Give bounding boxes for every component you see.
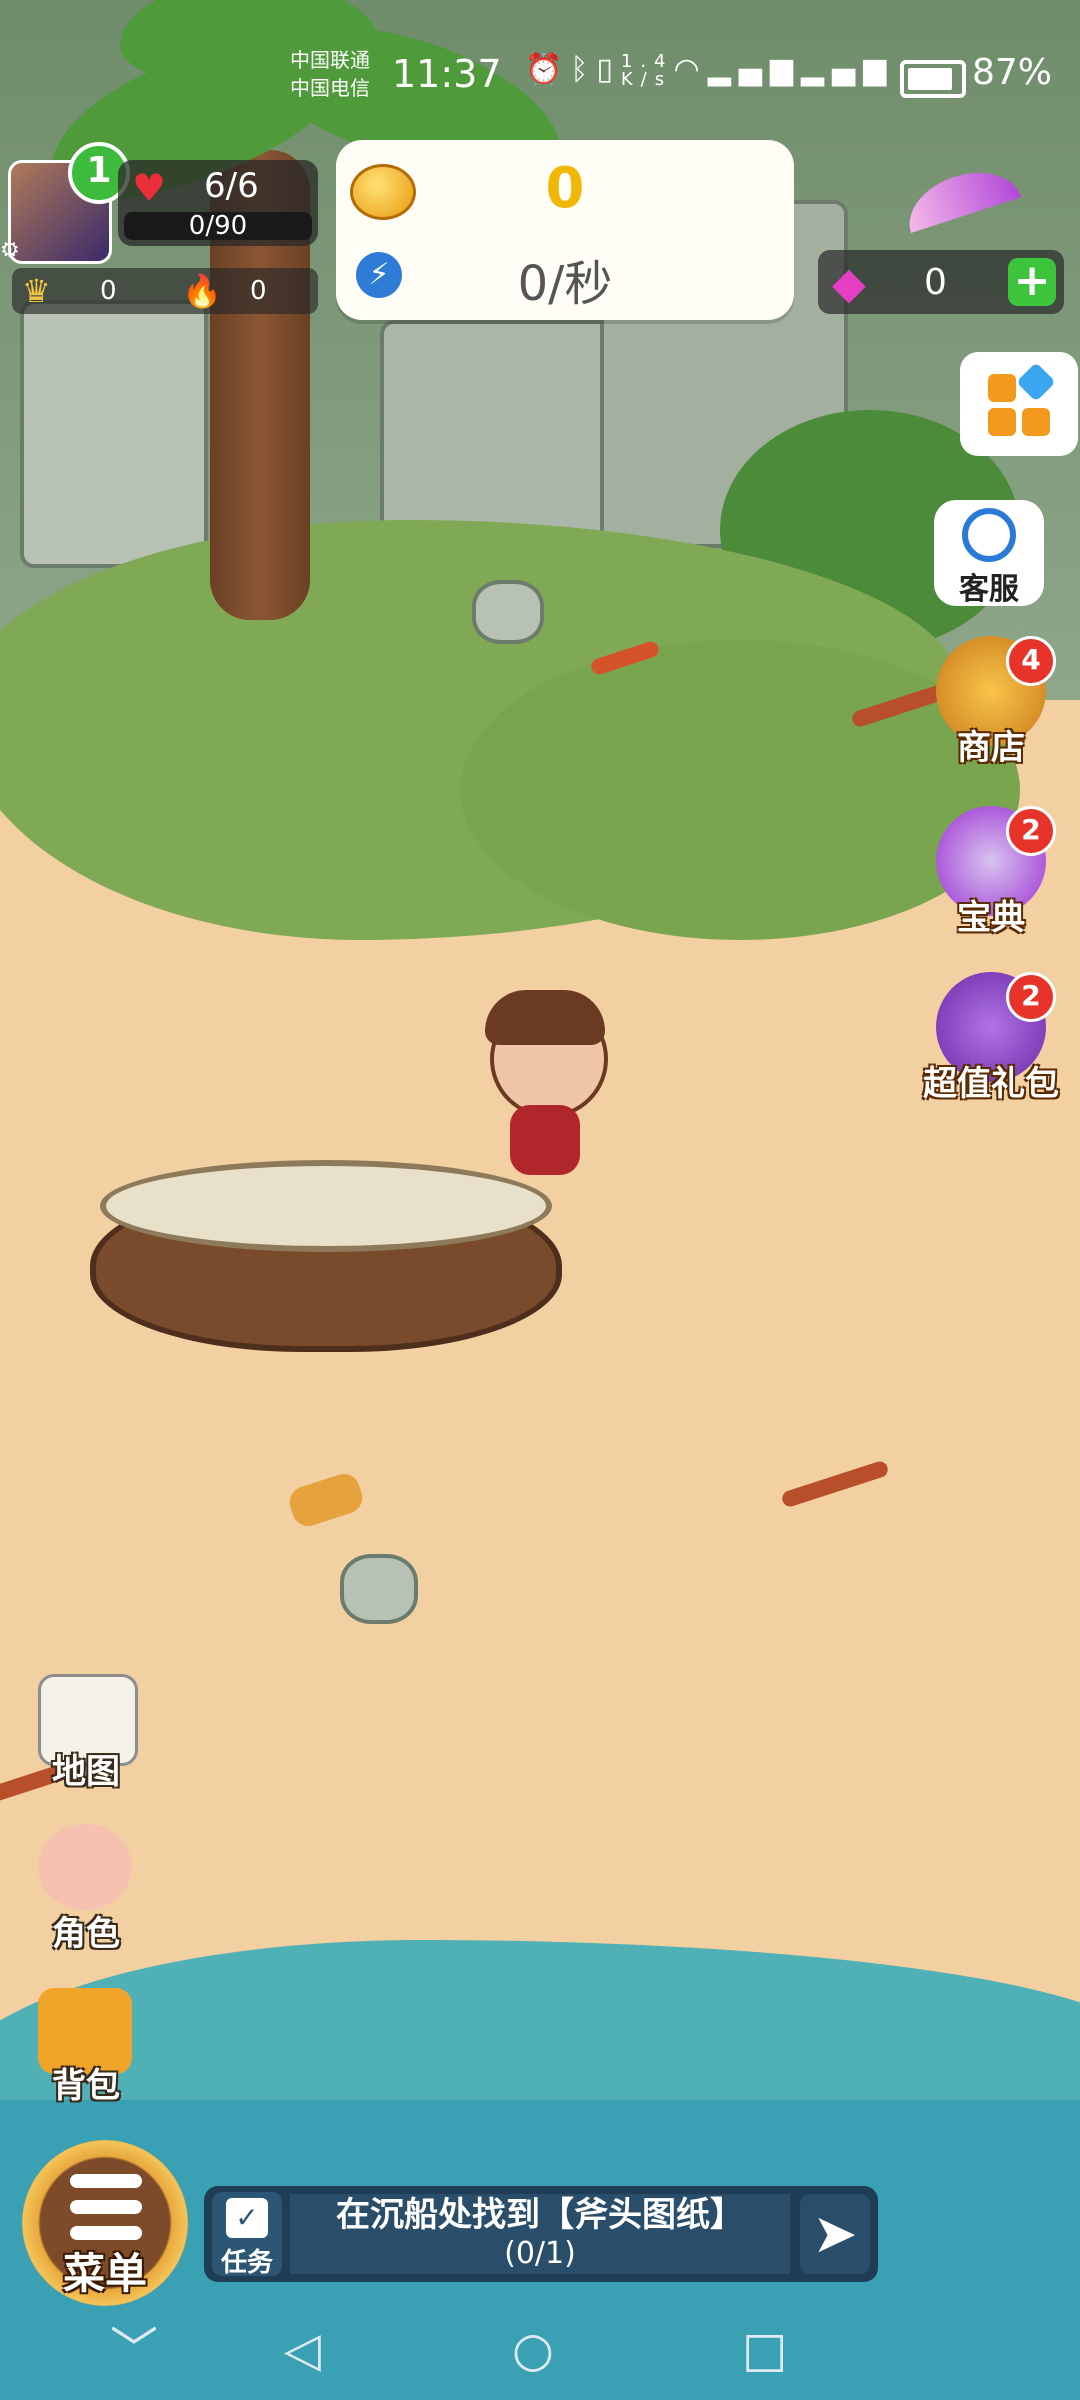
crown-value: 0 [100, 276, 117, 306]
recents-button[interactable]: □ [742, 2322, 787, 2378]
settings-gear-icon[interactable]: ⚙ [0, 240, 22, 262]
apps-grid-icon [988, 408, 1016, 436]
gold-value: 0 [545, 156, 585, 221]
battery-fill [908, 68, 952, 90]
player-character [470, 990, 620, 1210]
carrier-names: 中国联通 中国电信 [290, 46, 370, 102]
gem-value: 0 [924, 262, 947, 303]
bluetooth-icon: ᛒ [570, 52, 597, 87]
shop-label: 商店 [957, 728, 1025, 768]
gift-pack-label: 超值礼包 [923, 1064, 1059, 1104]
codex-badge: 2 [1006, 806, 1056, 856]
map-label: 地图 [52, 1752, 120, 1792]
gold-rate: 0/秒 [517, 256, 613, 312]
net-speed: 1.4 K/s [620, 50, 674, 90]
fire-value: 0 [250, 276, 267, 306]
more-apps-button[interactable] [960, 352, 1078, 456]
back-button[interactable]: ◁ [284, 2322, 321, 2378]
character-button[interactable]: 角色 [26, 1824, 146, 1954]
menu-label: 菜单 [62, 2249, 147, 2298]
apps-grid-icon [1022, 408, 1050, 436]
task-bar[interactable]: ✓ 任务 在沉船处找到【斧头图纸】 (0/1) ➤ [204, 2186, 878, 2282]
xp-bar: 0/90 [124, 212, 312, 240]
headset-icon [962, 508, 1016, 562]
vibrate-icon: ▯ [596, 52, 621, 87]
character-body [510, 1105, 580, 1175]
customer-service-button[interactable]: 客服 [934, 500, 1044, 607]
battery-percent: 87% [972, 52, 1053, 93]
task-button[interactable]: ✓ 任务 [212, 2192, 282, 2278]
add-gems-button[interactable]: + [1008, 258, 1056, 306]
task-text: 在沉船处找到【斧头图纸】 [336, 2195, 744, 2235]
task-label: 任务 [220, 2248, 273, 2278]
character-face-icon [38, 1824, 132, 1910]
cliff-rock [20, 300, 208, 568]
apps-grid-icon [988, 374, 1016, 402]
task-description: 在沉船处找到【斧头图纸】 (0/1) [290, 2194, 790, 2274]
player-stats: ♛ 0 🔥 0 [12, 268, 318, 314]
stone-pickup[interactable] [472, 580, 544, 644]
collapse-chevron-icon[interactable]: ﹀ [110, 2322, 158, 2378]
codex-label: 宝典 [957, 898, 1025, 938]
home-button[interactable]: ○ [512, 2322, 554, 2378]
apps-grid-icon [1016, 362, 1056, 402]
menu-button[interactable]: 菜单 [22, 2140, 188, 2306]
gift-pack-badge: 2 [1006, 972, 1056, 1022]
hp-panel: ♥ 6/6 0/90 [118, 160, 318, 246]
customer-service-label: 客服 [959, 572, 1019, 607]
character-label: 角色 [52, 1914, 120, 1954]
crown-icon: ♛ [22, 272, 51, 310]
map-button[interactable]: 地图 [26, 1674, 146, 1794]
gem-panel: ◆ 0 + [818, 250, 1064, 314]
heart-icon: ♥ [132, 166, 167, 210]
status-icons: ⏰ᛒ▯1.4 K/s◠▂▄▆▂▄▆ [525, 52, 894, 89]
character-hair [485, 990, 605, 1045]
wifi-icon: ◠ [673, 52, 708, 87]
signal-4g-icon: ▂▄▆ [800, 52, 895, 87]
resource-panel: 0 ⚡ 0/秒 [336, 140, 794, 320]
task-go-arrow-icon[interactable]: ➤ [800, 2194, 870, 2274]
fire-icon: 🔥 [182, 272, 222, 310]
carrier-2: 中国电信 [290, 76, 370, 100]
carrier-1: 中国联通 [290, 48, 370, 72]
clock: 11:37 [392, 52, 502, 96]
game-scene[interactable] [0, 0, 1080, 2400]
task-progress: (0/1) [504, 2236, 576, 2271]
signal-4g-icon: ▂▄▆ [707, 52, 801, 87]
battery-icon [900, 60, 966, 98]
shop-button[interactable]: 商店 4 [926, 636, 1056, 768]
backpack-button[interactable]: 背包 [26, 1988, 146, 2108]
shop-badge: 4 [1006, 636, 1056, 686]
gift-pack-button[interactable]: 超值礼包 2 [923, 972, 1059, 1104]
hp-value: 6/6 [204, 166, 259, 206]
alarm-icon: ⏰ [525, 52, 571, 87]
clipboard-check-icon: ✓ [226, 2198, 268, 2238]
backpack-label: 背包 [52, 2066, 120, 2106]
gem-icon: ◆ [832, 258, 866, 309]
navigation-bar: ﹀ ◁ ○ □ [0, 2302, 1080, 2400]
status-bar: 中国联通 中国电信 11:37 ⏰ᛒ▯1.4 K/s◠▂▄▆▂▄▆ 87% [0, 40, 1080, 120]
stone-pickup[interactable] [340, 1554, 418, 1624]
codex-button[interactable]: 宝典 2 [926, 806, 1056, 938]
